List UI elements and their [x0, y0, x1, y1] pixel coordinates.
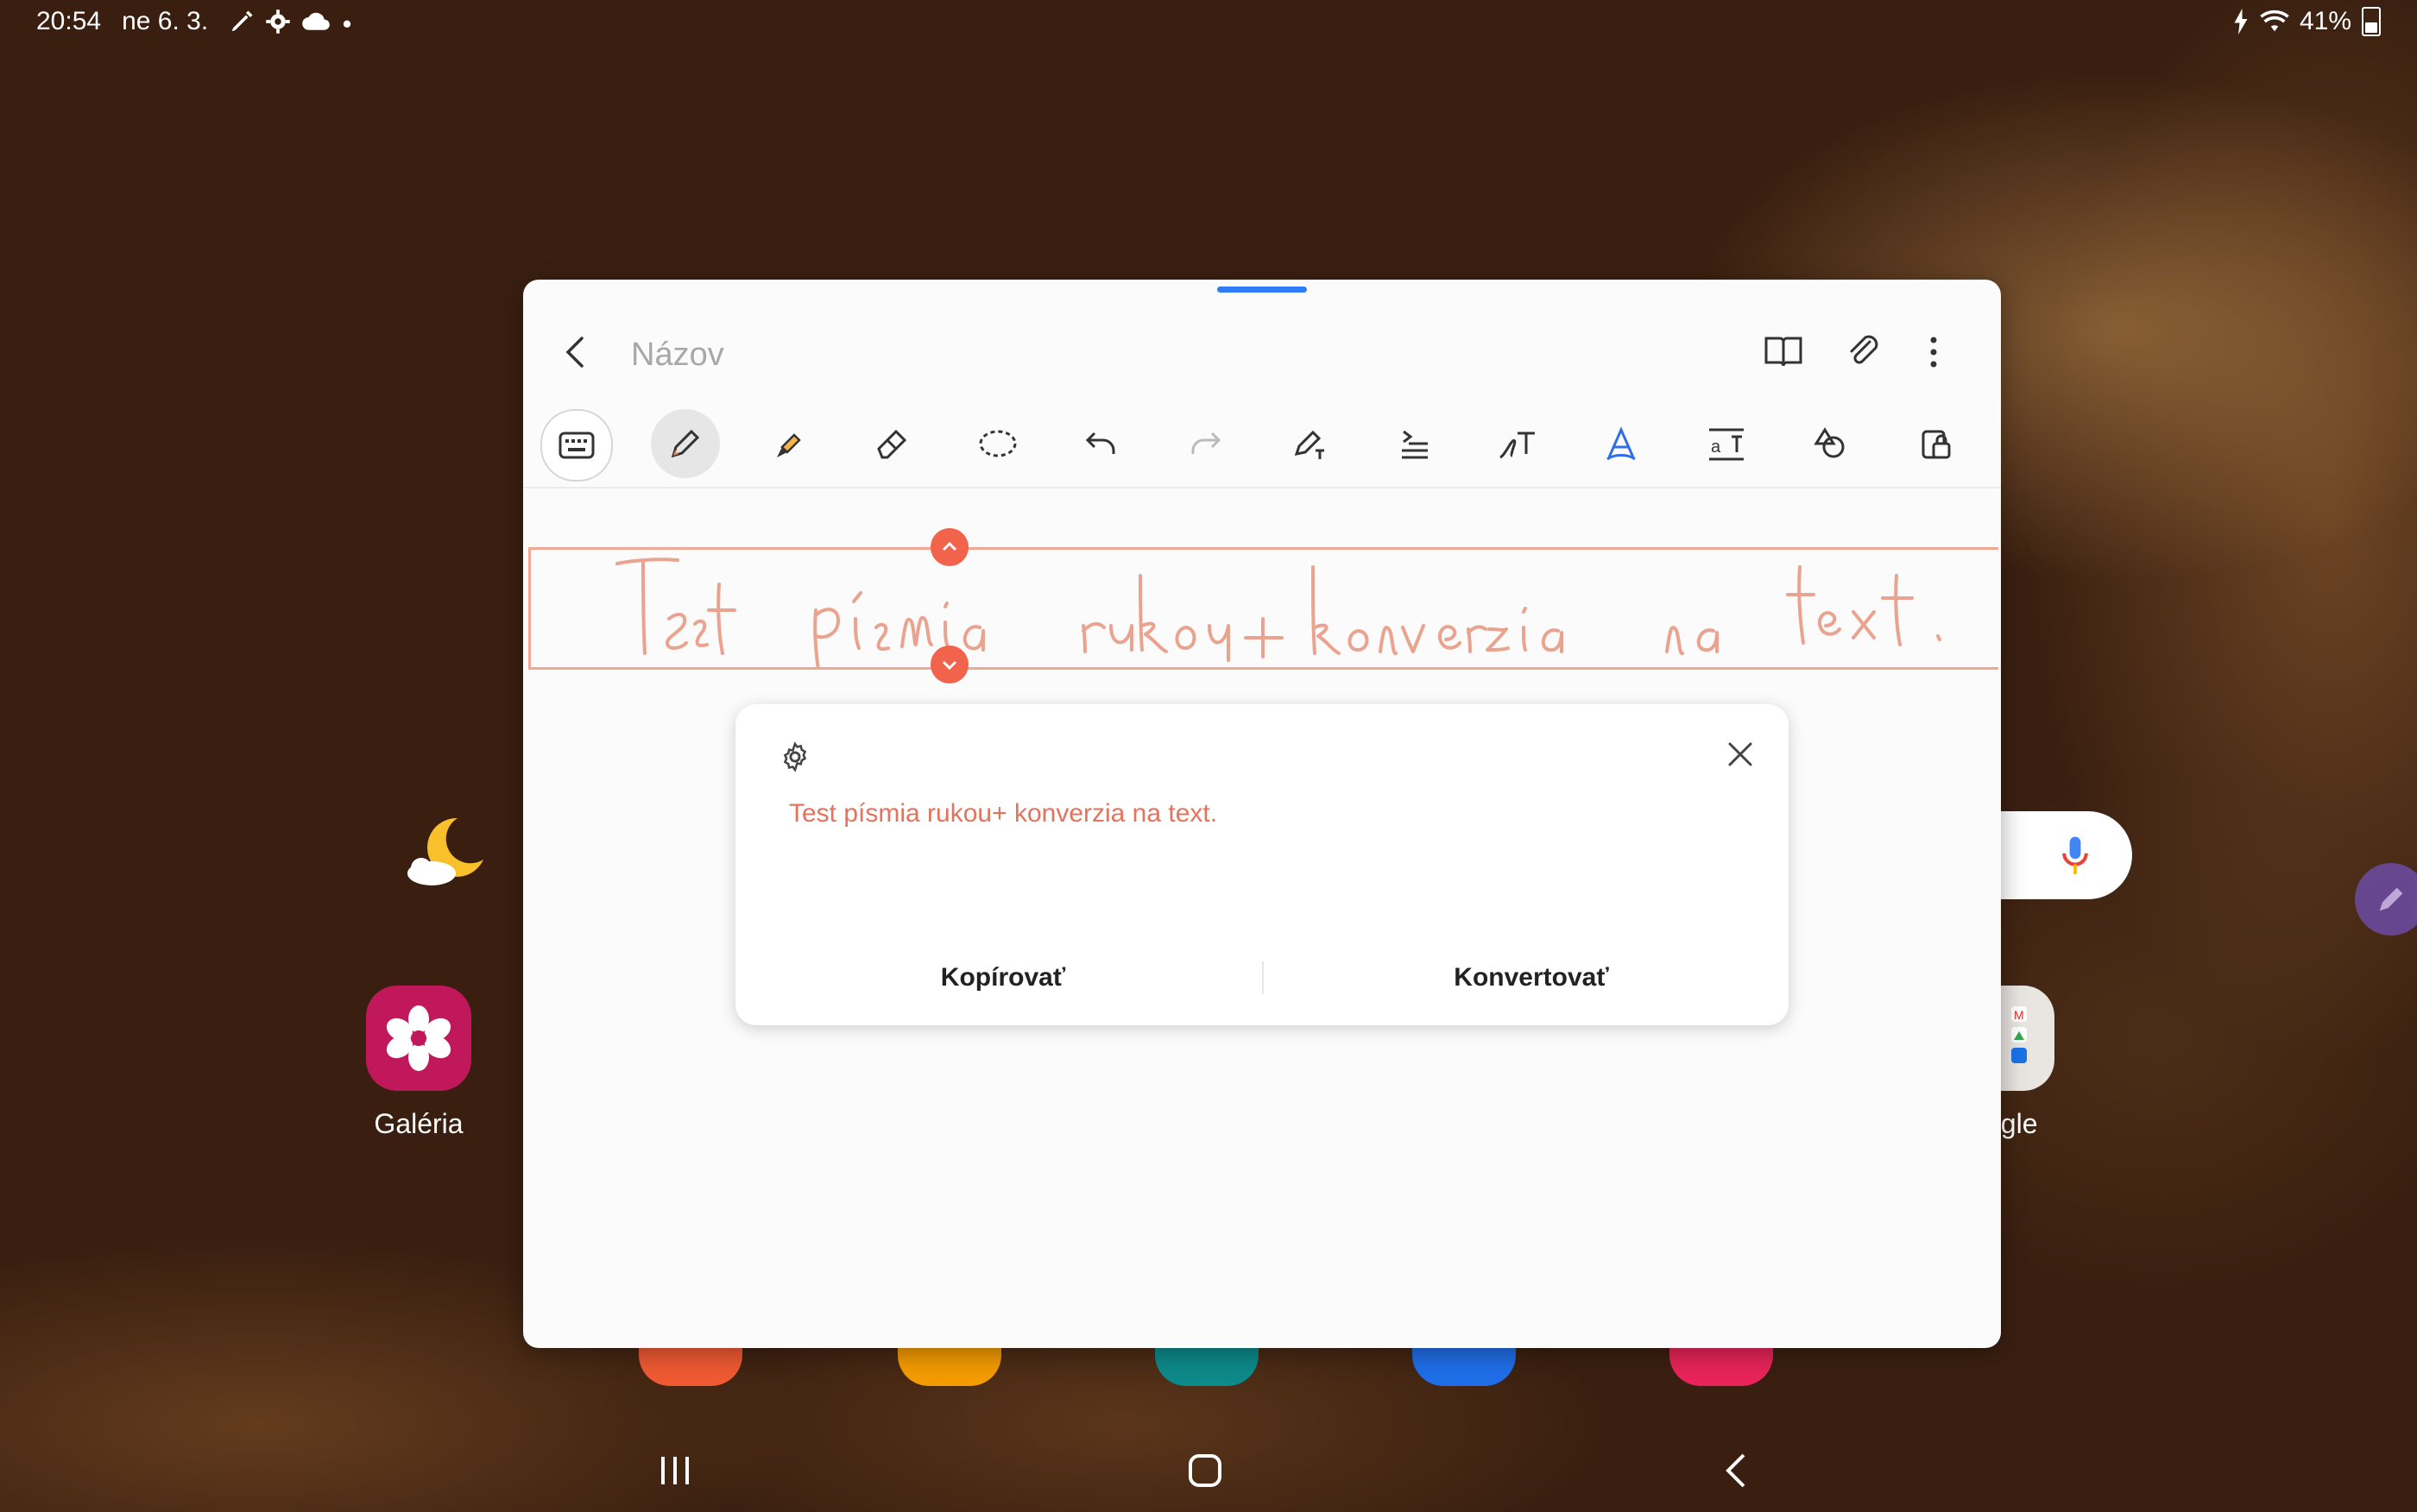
moon-cloud-icon — [407, 817, 506, 885]
gallery-icon — [366, 986, 471, 1091]
battery-icon — [2362, 7, 2381, 36]
status-date: ne 6. 3. — [122, 7, 209, 35]
recents-button[interactable] — [656, 1452, 694, 1490]
keyboard-icon — [558, 432, 595, 459]
pen-icon — [671, 429, 700, 458]
lock-icon — [1922, 430, 1951, 459]
eraser-icon — [877, 429, 907, 459]
copy-button[interactable]: Kopírovať — [761, 963, 1245, 992]
handwriting-ink — [615, 558, 1941, 677]
lasso-icon — [979, 430, 1017, 457]
pen-icon — [231, 10, 253, 32]
selection-bottom-handle[interactable] — [931, 646, 969, 684]
chevron-down-icon — [942, 660, 957, 671]
conversion-result-card: Test písmia rukou+ konverzia na text. Ko… — [735, 704, 1789, 1025]
status-time: 20:54 — [36, 7, 102, 35]
mic-icon[interactable] — [2061, 835, 2089, 877]
redo-button[interactable] — [1171, 409, 1240, 478]
text-style-icon — [1606, 426, 1636, 461]
home-button[interactable] — [1186, 1452, 1224, 1490]
pen-to-text-icon — [1294, 430, 1324, 459]
weather-widget[interactable] — [397, 811, 506, 893]
redo-icon — [1191, 432, 1221, 454]
chevron-up-icon — [942, 541, 957, 551]
charging-icon — [2234, 9, 2248, 35]
drawing-toolbar: a — [523, 400, 2001, 488]
svg-text:M: M — [2014, 1008, 2024, 1022]
cloud-icon — [302, 12, 330, 30]
button-divider — [1262, 961, 1264, 994]
straighten-icon — [1402, 430, 1428, 459]
convert-button[interactable]: Konvertovať — [1290, 963, 1773, 992]
text-style-tool[interactable] — [1587, 409, 1656, 478]
lasso-tool[interactable] — [963, 409, 1032, 478]
book-view-icon[interactable] — [1763, 333, 1804, 371]
navigation-bar — [0, 1433, 2417, 1512]
svg-text:a: a — [1711, 438, 1721, 457]
pen-icon — [2379, 887, 2403, 911]
wifi-icon — [2260, 9, 2289, 32]
handwriting-to-text-icon — [1499, 432, 1535, 459]
close-icon[interactable] — [1725, 739, 1756, 770]
shapes-tool[interactable] — [1795, 409, 1865, 478]
undo-icon — [1085, 432, 1115, 454]
shapes-icon — [1814, 427, 1845, 458]
settings-icon[interactable] — [779, 740, 811, 773]
status-bar: 20:54 ne 6. 3. 41% — [0, 0, 2417, 43]
more-icon[interactable] — [1925, 333, 1942, 371]
gallery-app[interactable]: Galéria — [363, 986, 475, 1140]
text-size-icon: a — [1709, 428, 1744, 461]
back-button[interactable] — [1718, 1452, 1756, 1490]
lock-tool[interactable] — [1901, 409, 1970, 478]
undo-button[interactable] — [1067, 409, 1136, 478]
note-header: Názov — [523, 314, 2001, 392]
gallery-label: Galéria — [374, 1108, 464, 1139]
back-arrow-icon[interactable] — [558, 333, 596, 371]
straighten-tool[interactable] — [1379, 409, 1448, 478]
highlighter-icon — [777, 433, 801, 457]
text-size-tool[interactable]: a — [1692, 409, 1761, 478]
highlighter-tool[interactable] — [754, 409, 824, 478]
keyboard-tool[interactable] — [540, 409, 613, 482]
selection-top-handle[interactable] — [931, 528, 969, 566]
note-title-input[interactable]: Názov — [631, 337, 724, 374]
battery-percent: 41% — [2299, 7, 2351, 35]
samsung-notes-popup[interactable]: Názov a Test písmia rukou+ konverzia na … — [523, 280, 2001, 1348]
dot-icon — [343, 20, 351, 28]
eraser-tool[interactable] — [858, 409, 927, 478]
handwriting-selection[interactable] — [528, 547, 1998, 677]
window-drag-handle[interactable] — [1217, 287, 1307, 293]
pen-tool[interactable] — [651, 409, 720, 478]
attach-icon[interactable] — [1844, 333, 1882, 371]
converted-text: Test písmia rukou+ konverzia na text. — [789, 799, 1218, 828]
gear-icon — [266, 9, 290, 34]
pen-to-text-tool[interactable] — [1276, 409, 1345, 478]
handwriting-to-text-tool[interactable] — [1483, 409, 1552, 478]
